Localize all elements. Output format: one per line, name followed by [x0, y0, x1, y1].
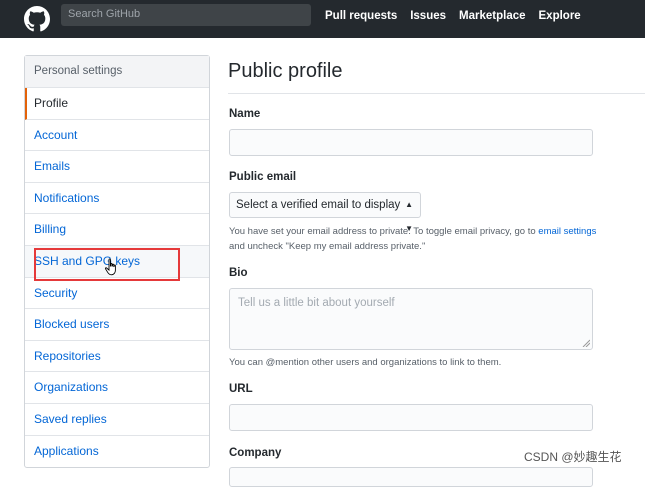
top-nav: Pull requests Issues Marketplace Explore: [325, 10, 594, 22]
bio-placeholder: Tell us a little bit about yourself: [238, 297, 395, 309]
page-title: Public profile: [228, 60, 343, 82]
title-divider: [228, 93, 645, 94]
search-placeholder: Search GitHub: [68, 8, 141, 20]
sidebar-item-blocked-users[interactable]: Blocked users: [25, 309, 209, 341]
public-email-select-value: Select a verified email to display: [236, 199, 401, 211]
sidebar-item-account[interactable]: Account: [25, 120, 209, 152]
bio-textarea[interactable]: Tell us a little bit about yourself: [229, 288, 593, 350]
sidebar-item-saved-replies[interactable]: Saved replies: [25, 404, 209, 436]
url-input[interactable]: [229, 404, 593, 431]
sidebar-heading: Personal settings: [25, 56, 209, 88]
top-header: Search GitHub Pull requests Issues Marke…: [0, 0, 645, 38]
email-privacy-note: You have set your email address to priva…: [229, 224, 596, 254]
sidebar-item-emails[interactable]: Emails: [25, 151, 209, 183]
public-email-label: Public email: [229, 171, 297, 183]
sidebar-item-security[interactable]: Security: [25, 278, 209, 310]
nav-marketplace[interactable]: Marketplace: [459, 10, 525, 22]
nav-pull-requests[interactable]: Pull requests: [325, 10, 397, 22]
url-label: URL: [229, 383, 253, 395]
github-logo-icon[interactable]: [24, 6, 50, 32]
search-input[interactable]: Search GitHub: [61, 4, 311, 26]
company-input[interactable]: [229, 467, 593, 487]
watermark-text: CSDN @妙趣生花: [524, 450, 622, 464]
sidebar-item-profile[interactable]: Profile: [25, 88, 209, 120]
sidebar-item-notifications[interactable]: Notifications: [25, 183, 209, 215]
resize-handle-icon[interactable]: [582, 339, 590, 347]
name-label: Name: [229, 108, 261, 120]
sidebar-item-billing[interactable]: Billing: [25, 214, 209, 246]
bio-note: You can @mention other users and organiz…: [229, 357, 502, 368]
sidebar-item-applications[interactable]: Applications: [25, 436, 209, 468]
sidebar-item-organizations[interactable]: Organizations: [25, 372, 209, 404]
nav-explore[interactable]: Explore: [539, 10, 581, 22]
public-email-select[interactable]: Select a verified email to display ▲ ▼: [229, 192, 421, 233]
hand-cursor-icon: [104, 258, 116, 276]
sidebar-item-repositories[interactable]: Repositories: [25, 341, 209, 373]
name-input[interactable]: [229, 129, 593, 156]
email-settings-link[interactable]: email settings: [538, 226, 596, 237]
company-label: Company: [229, 447, 282, 459]
email-note-text-2: and uncheck "Keep my email address priva…: [229, 241, 426, 252]
email-note-text: You have set your email address to priva…: [229, 226, 539, 237]
bio-label: Bio: [229, 267, 248, 279]
nav-issues[interactable]: Issues: [410, 10, 446, 22]
